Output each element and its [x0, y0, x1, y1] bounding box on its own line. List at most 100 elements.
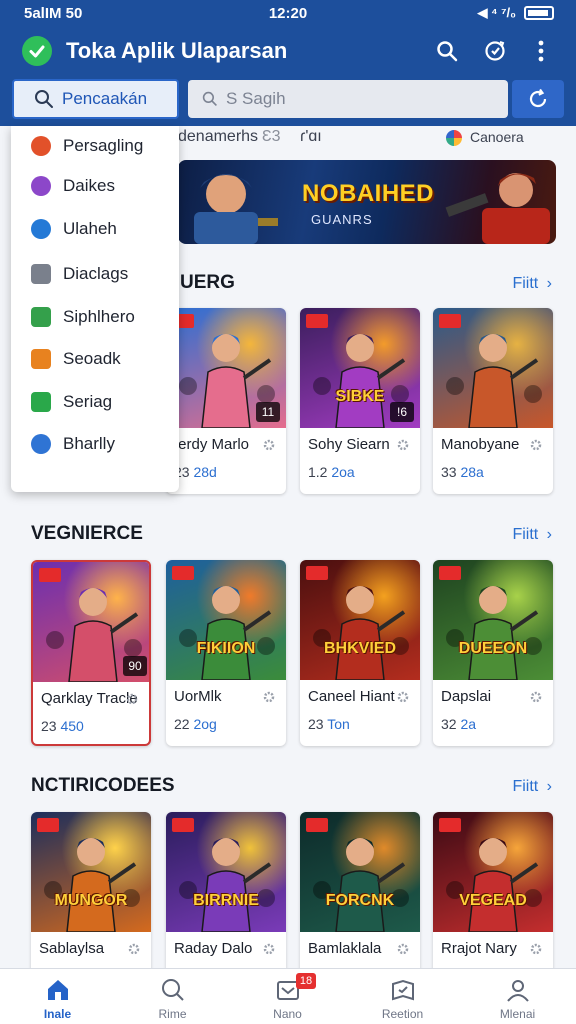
- game-logo-text: BIRRNIE: [193, 892, 259, 909]
- game-thumbnail: 11: [166, 308, 286, 428]
- game-meta: 23 Ton: [308, 716, 350, 732]
- section-see-all-link[interactable]: Fiitt ›: [512, 778, 552, 796]
- gear-icon[interactable]: [127, 942, 141, 961]
- gear-icon[interactable]: [125, 692, 139, 711]
- game-card[interactable]: Manobyane 33 28a: [433, 308, 553, 494]
- filter-chip[interactable]: ɾ'ɑı: [300, 128, 322, 146]
- promo-banner[interactable]: NOBAIHED GUANRS: [178, 160, 556, 244]
- section-title: UERG: [180, 272, 235, 293]
- nav-item[interactable]: Nano 18: [230, 969, 345, 1024]
- new-badge: [172, 566, 194, 580]
- gear-icon[interactable]: [262, 942, 276, 961]
- dropdown-item-label: Bharlly: [63, 434, 115, 453]
- gear-icon[interactable]: [262, 690, 276, 709]
- game-card[interactable]: SIBKE !6 Sohy Siearn 1.2 2oa: [300, 308, 420, 494]
- game-downloads: 2oa: [331, 464, 355, 480]
- search-icon: [115, 977, 230, 1005]
- new-badge: [439, 566, 461, 580]
- age-rating-badge: 11: [256, 402, 280, 422]
- game-logo-text: FORCNK: [325, 892, 395, 909]
- category-icon: [31, 264, 51, 284]
- gear-icon[interactable]: [396, 942, 410, 961]
- nav-label: Rime: [158, 1007, 187, 1021]
- filter-chip[interactable]: denamerhs: [178, 128, 258, 146]
- chevron-right-icon: ›: [546, 275, 552, 292]
- game-card[interactable]: DUEEON Dapslai 32 2a: [433, 560, 553, 746]
- game-card[interactable]: 11 Ierdy Marlo 23 28d: [166, 308, 286, 494]
- chevron-right-icon: ›: [546, 526, 552, 543]
- dropdown-item[interactable]: Siphlhero: [11, 297, 179, 337]
- game-thumbnail: BIRRNIE: [166, 812, 286, 932]
- game-card[interactable]: FORCNK Bamlaklala: [300, 812, 420, 968]
- game-title: Dapslai: [441, 688, 492, 705]
- dropdown-item-label: Persagling: [63, 136, 144, 155]
- nav-item[interactable]: Reetion: [345, 969, 460, 1024]
- dropdown-item-label: Siphlhero: [63, 307, 135, 326]
- game-size: 32: [441, 716, 457, 732]
- refresh-button[interactable]: [512, 80, 564, 118]
- more-menu-icon[interactable]: [528, 38, 554, 64]
- section-title: VEGNIERCE: [31, 523, 143, 544]
- section-see-all-link[interactable]: Fiitt ›: [512, 275, 552, 293]
- game-title: Raday Dalo: [174, 940, 253, 957]
- nav-item[interactable]: Mlenai: [460, 969, 575, 1024]
- game-thumbnail: VEGEAD: [433, 812, 553, 932]
- status-icons: ◀ ⁴ ⁷/₀: [477, 5, 554, 21]
- new-badge: [439, 818, 461, 832]
- game-logo-text: FIKIION: [196, 640, 256, 657]
- sync-icon[interactable]: [482, 38, 508, 64]
- game-title: Sohy Siearn: [308, 436, 390, 453]
- see-all-label: Fiitt: [512, 275, 539, 292]
- game-downloads: Ton: [327, 716, 350, 732]
- dropdown-item[interactable]: Daikes: [11, 166, 179, 206]
- new-badge: [306, 314, 328, 328]
- game-downloads: 450: [60, 718, 84, 734]
- game-card[interactable]: BHKVIED Caneel Hiant 23 Ton: [300, 560, 420, 746]
- game-card[interactable]: BIRRNIE Raday Dalo: [166, 812, 286, 968]
- dropdown-item[interactable]: Ulaheh: [11, 209, 179, 249]
- reviews-icon: [345, 977, 460, 1005]
- search-input[interactable]: S Sagih: [188, 80, 508, 118]
- signal-icon: ◀ ⁴ ⁷/₀: [477, 5, 517, 20]
- banner-title: NOBAIHED: [302, 180, 435, 207]
- gear-icon[interactable]: [262, 438, 276, 457]
- dropdown-item[interactable]: Persagling: [11, 126, 179, 166]
- game-logo-text: VEGEAD: [459, 892, 527, 909]
- game-thumbnail: FORCNK: [300, 812, 420, 932]
- section-see-all-link[interactable]: Fiitt ›: [512, 526, 552, 544]
- gear-icon[interactable]: [396, 690, 410, 709]
- nav-item[interactable]: Rime: [115, 969, 230, 1024]
- dropdown-item[interactable]: Diaclags: [11, 254, 179, 294]
- game-card[interactable]: 90 Qarklay Tracle 23 450: [31, 560, 151, 746]
- battery-icon: [524, 6, 554, 20]
- nav-item[interactable]: Inale: [0, 969, 115, 1024]
- filter-chip[interactable]: Ɛ3: [262, 128, 281, 146]
- search-icon[interactable]: [434, 38, 460, 64]
- game-meta: 32 2a: [441, 716, 476, 732]
- nav-label: Mlenai: [499, 1007, 536, 1021]
- game-card[interactable]: MUNGOR Sablaylsa: [31, 812, 151, 968]
- dropdown-item-label: Daikes: [63, 176, 115, 195]
- dropdown-item[interactable]: Bharlly: [11, 424, 179, 464]
- category-tab[interactable]: Pencaakán: [12, 79, 179, 119]
- gear-icon[interactable]: [529, 942, 543, 961]
- game-thumbnail: MUNGOR: [31, 812, 151, 932]
- dropdown-item-label: Seoadk: [63, 349, 121, 368]
- gear-icon[interactable]: [529, 438, 543, 457]
- game-card[interactable]: VEGEAD Rrajot Nary: [433, 812, 553, 968]
- app-logo-icon: [22, 36, 52, 66]
- category-icon: [31, 307, 51, 327]
- dropdown-item[interactable]: Seoadk: [11, 339, 179, 379]
- game-card[interactable]: FIKIION UorMlk 22 2og: [166, 560, 286, 746]
- gear-icon[interactable]: [529, 690, 543, 709]
- game-title: Bamlaklala: [308, 940, 382, 957]
- dropdown-item[interactable]: Seriag: [11, 382, 179, 422]
- filter-chip[interactable]: Canoera: [470, 129, 524, 145]
- game-thumbnail: BHKVIED: [300, 560, 420, 680]
- game-logo-text: DUEEON: [458, 640, 528, 657]
- game-size: 23: [41, 718, 57, 734]
- game-size: 23: [308, 716, 324, 732]
- game-size: 1.2: [308, 464, 328, 480]
- dropdown-item-label: Seriag: [63, 392, 113, 411]
- gear-icon[interactable]: [396, 438, 410, 457]
